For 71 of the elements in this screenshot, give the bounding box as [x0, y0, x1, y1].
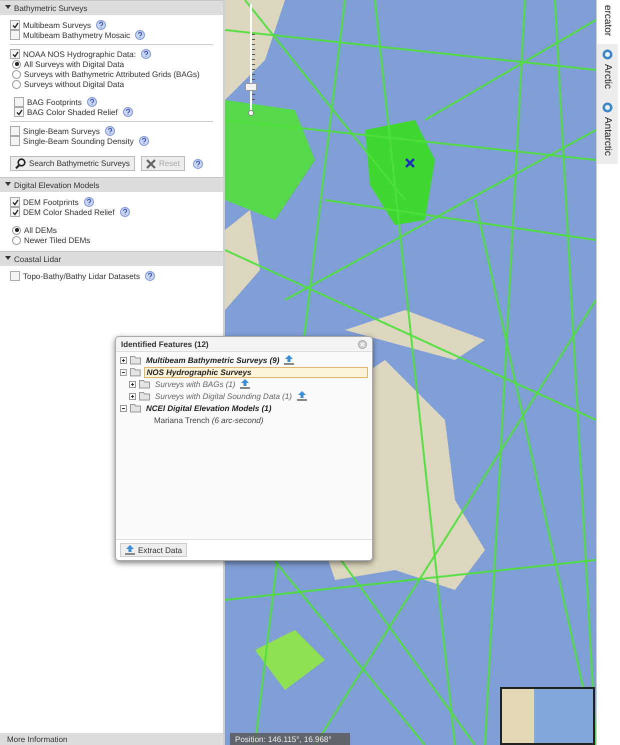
- collapse-icon[interactable]: [120, 368, 127, 376]
- cross-marker-icon: [405, 158, 415, 168]
- tree-item[interactable]: Multibeam Bathymetric Surveys (9): [144, 356, 282, 364]
- checkbox-label[interactable]: NOAA NOS Hydrographic Data:: [23, 50, 136, 58]
- radio-label[interactable]: Surveys with Bathymetric Attributed Grids (BAGs): [24, 70, 200, 78]
- tree-item[interactable]: Mariana Trench (6 arc-second): [152, 416, 266, 424]
- checkbox-label[interactable]: Multibeam Surveys: [23, 20, 92, 30]
- radio-button[interactable]: [12, 226, 21, 234]
- tree-item[interactable]: NCEI Digital Elevation Models (1): [144, 404, 274, 412]
- section-title: Coastal Lidar: [14, 254, 62, 264]
- checkbox-label[interactable]: BAG Footprints: [27, 98, 82, 106]
- folder-icon: [130, 403, 141, 413]
- radio-label[interactable]: Surveys without Digital Data: [24, 80, 124, 88]
- checkbox[interactable]: [14, 107, 24, 117]
- checkbox[interactable]: [10, 49, 20, 59]
- zoom-slider[interactable]: [247, 4, 255, 116]
- download-icon: [125, 545, 135, 555]
- section-title: Digital Elevation Models: [14, 180, 100, 190]
- projection-tab[interactable]: Arctic: [597, 44, 618, 98]
- expand-icon[interactable]: [120, 356, 127, 364]
- overview-map-placeholder[interactable]: [500, 687, 595, 745]
- checkbox-label[interactable]: Multibeam Bathymetry Mosaic: [23, 30, 130, 40]
- check-icon: [12, 50, 18, 58]
- tree-item[interactable]: Surveys with Digital Sounding Data (1): [153, 392, 294, 400]
- extract-data-button[interactable]: Extract Data: [120, 543, 188, 557]
- radio-label[interactable]: All Surveys with Digital Data: [24, 60, 124, 68]
- tree-item[interactable]: Surveys with BAGs (1): [153, 380, 238, 388]
- projection-tab[interactable]: Antarctic: [597, 97, 618, 164]
- checkbox-label[interactable]: Single-Beam Sounding Density: [23, 136, 134, 146]
- folder-icon: [130, 355, 141, 365]
- section-header[interactable]: Digital Elevation Models: [0, 177, 223, 192]
- radio-label[interactable]: Newer Tiled DEMs: [24, 236, 90, 244]
- survey-coverage-area: [255, 630, 325, 690]
- section-header[interactable]: Coastal Lidar: [0, 251, 223, 266]
- folder-icon: [130, 367, 141, 377]
- checkbox[interactable]: [10, 126, 20, 136]
- checkbox[interactable]: [10, 136, 20, 146]
- checkbox-label[interactable]: BAG Color Shaded Relief: [27, 108, 118, 116]
- check-icon: [12, 22, 18, 28]
- popup-title: Identified Features (12): [121, 340, 209, 348]
- radio-button[interactable]: [12, 80, 21, 88]
- close-icon: [146, 158, 156, 168]
- checkbox[interactable]: [14, 97, 24, 107]
- checkbox[interactable]: [10, 207, 20, 217]
- search-icon: [15, 158, 26, 169]
- section-header[interactable]: Bathymetric Surveys: [0, 0, 223, 15]
- close-icon: [358, 340, 367, 348]
- expand-icon[interactable]: [129, 392, 136, 400]
- folder-icon: [139, 391, 150, 401]
- tree-item[interactable]: NOS Hydrographic Surveys: [144, 366, 368, 378]
- section-title: Bathymetric Surveys: [14, 4, 88, 12]
- checkbox[interactable]: [10, 30, 20, 40]
- checkbox[interactable]: [10, 20, 20, 30]
- checkbox-label[interactable]: DEM Color Shaded Relief: [23, 208, 115, 216]
- checkbox[interactable]: [10, 197, 20, 207]
- radio-label[interactable]: All DEMs: [24, 226, 57, 234]
- radio-button[interactable]: [12, 70, 21, 78]
- position-readout: Position: 146.115°, 16.968°: [230, 733, 350, 745]
- checkbox[interactable]: [10, 271, 20, 281]
- radio-button[interactable]: [12, 60, 21, 68]
- checkbox-label[interactable]: Single-Beam Surveys: [23, 126, 100, 136]
- checkbox-label[interactable]: DEM Footprints: [23, 198, 79, 206]
- search-button[interactable]: Search Bathymetric Surveys: [10, 156, 135, 171]
- radio-button[interactable]: [12, 236, 21, 244]
- checkbox-label[interactable]: Topo-Bathy/Bathy Lidar Datasets: [23, 272, 140, 280]
- expand-icon[interactable]: [129, 380, 136, 388]
- slider-thumb[interactable]: [245, 83, 257, 92]
- folder-icon: [139, 379, 150, 389]
- collapse-icon[interactable]: [120, 404, 127, 412]
- check-icon: [16, 108, 22, 116]
- more-information-bar[interactable]: More Information: [0, 733, 223, 745]
